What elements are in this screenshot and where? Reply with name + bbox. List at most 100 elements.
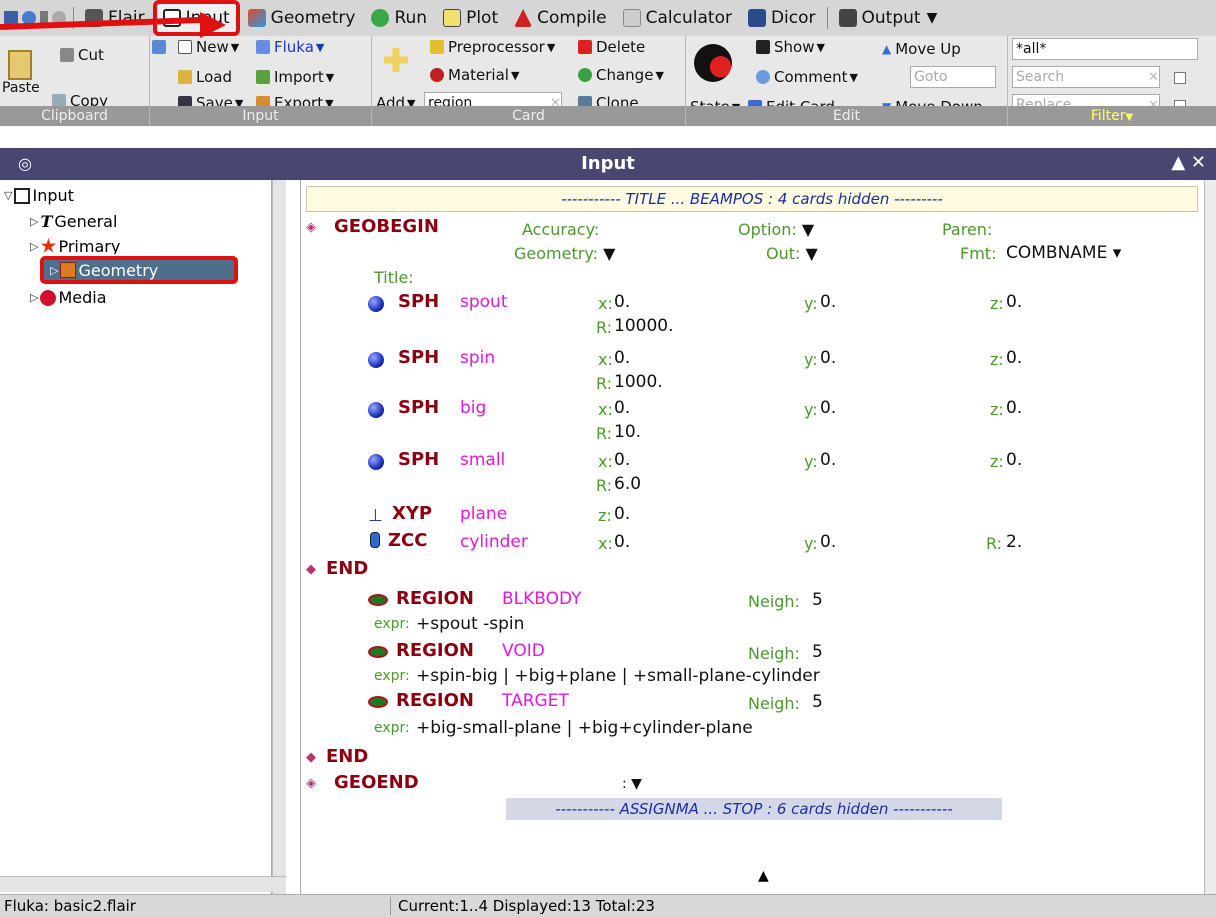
geometry-label[interactable]: Geometry: ▼ — [514, 244, 615, 263]
fluka-button[interactable]: Fluka ▼ — [256, 38, 324, 56]
y-label: y: — [804, 294, 818, 313]
expand-icon[interactable]: ▽ — [4, 189, 12, 202]
paste-icon — [8, 50, 32, 80]
state-icon — [694, 44, 732, 82]
tab-output[interactable]: Output ▼ — [831, 3, 946, 33]
tree-scrollbar[interactable] — [272, 180, 286, 894]
maximize-icon[interactable]: ▲ — [1171, 152, 1185, 173]
body-name: plane — [460, 504, 508, 524]
title-label: Title: — [374, 268, 414, 287]
card-keyword: ZCC — [388, 530, 428, 551]
option-label[interactable]: Option: ▼ — [738, 220, 814, 239]
status-file: Fluka: basic2.flair — [4, 897, 136, 915]
card-keyword[interactable]: GEOEND — [334, 772, 419, 793]
add-icon-button[interactable] — [384, 48, 408, 72]
card-keyword[interactable]: GEOBEGIN — [334, 216, 439, 237]
output-icon — [838, 9, 857, 27]
chevron-down-icon[interactable]: ▼ — [927, 10, 938, 26]
expand-icon[interactable]: ▷ — [50, 264, 58, 277]
tab-dicor[interactable]: Dicor — [740, 3, 824, 33]
filter-all-input[interactable]: *all* — [1012, 38, 1198, 60]
comment-button[interactable]: Comment ▼ — [756, 68, 858, 86]
run-icon — [371, 9, 390, 27]
geoend-icon: ◈ — [306, 776, 316, 791]
goto-input[interactable]: Goto — [910, 66, 996, 88]
z-value: 0. — [614, 504, 631, 524]
body-name: small — [460, 450, 506, 470]
z-label: z: — [990, 350, 1004, 369]
tree-item-input[interactable]: ▽ Input — [4, 186, 74, 205]
paste-button[interactable]: Paste — [2, 50, 40, 96]
search-input[interactable]: Search — [1012, 66, 1160, 88]
folder-icon — [178, 70, 192, 84]
change-button[interactable]: Change ▼ — [578, 66, 664, 84]
region-icon — [368, 594, 388, 606]
material-button[interactable]: Material ▼ — [430, 66, 519, 84]
fmt-text: COMBNAME — [1006, 243, 1108, 263]
y-value: 0. — [820, 398, 837, 418]
tree-item-label: Media — [58, 288, 107, 307]
y-label: y: — [804, 400, 818, 419]
primary-icon — [40, 238, 57, 253]
clear-icon[interactable]: ✕ — [1148, 70, 1159, 85]
tab-flair[interactable]: Flair — [77, 3, 153, 33]
new-file-icon — [178, 40, 192, 54]
show-button[interactable]: Show ▼ — [756, 38, 825, 56]
geoend-option[interactable]: : ▼ — [622, 776, 642, 792]
expand-icon[interactable]: ▷ — [30, 240, 38, 253]
window-title-bar: ◎ Input ▲ ✕ — [0, 148, 1216, 180]
move-up-button[interactable]: ▲ Move Up — [882, 40, 961, 58]
scroll-up-icon[interactable]: ▲ — [758, 868, 769, 884]
calculator-icon — [622, 9, 641, 27]
card-keyword[interactable]: END — [326, 746, 368, 767]
tree-item-primary[interactable]: ▷ Primary — [30, 238, 120, 254]
preprocessor-button[interactable]: Preprocessor ▼ — [430, 38, 555, 56]
card-keyword: REGION — [396, 690, 474, 711]
search-option-checkbox[interactable] — [1174, 72, 1186, 84]
cut-button[interactable]: Cut — [60, 46, 104, 64]
expand-icon[interactable]: ▷ — [30, 215, 38, 228]
z-label: z: — [990, 452, 1004, 471]
state-icon-button[interactable] — [694, 44, 732, 82]
tab-geometry[interactable]: Geometry — [240, 3, 364, 33]
tree-item-label: Input — [32, 186, 74, 205]
sphere-icon — [368, 454, 384, 470]
tab-run[interactable]: Run — [363, 3, 435, 33]
arrow-up-icon: ▲ — [882, 42, 892, 56]
window-controls: ▲ ✕ — [1171, 152, 1206, 173]
card-keyword[interactable]: END — [326, 558, 368, 579]
load-button[interactable]: Load — [178, 68, 232, 86]
tab-plot[interactable]: Plot — [435, 3, 506, 33]
region-icon — [368, 646, 388, 658]
comment-icon — [756, 70, 770, 84]
fmt-value[interactable]: COMBNAME ▾ — [1006, 243, 1121, 263]
import-button[interactable]: Import ▼ — [256, 68, 334, 86]
r-value: 10. — [614, 422, 642, 442]
tree-item-geometry[interactable]: ▷ Geometry — [40, 256, 238, 284]
tree-item-general[interactable]: ▷ T General — [30, 212, 117, 231]
r-value: 2. — [1006, 532, 1023, 552]
tab-calculator[interactable]: Calculator — [615, 3, 740, 33]
out-label[interactable]: Out: ▼ — [766, 244, 818, 263]
editor-scrollbar[interactable] — [1204, 180, 1216, 894]
tree-item-media[interactable]: ▷ Media — [30, 288, 107, 307]
input-editor[interactable] — [300, 180, 1208, 894]
geometry-text: Geometry: — [514, 244, 599, 263]
dicor-icon — [747, 9, 766, 27]
close-icon[interactable]: ✕ — [1191, 152, 1206, 173]
new-button[interactable]: New ▼ — [178, 38, 239, 56]
window-title: Input — [581, 153, 635, 174]
z-label: z: — [598, 506, 612, 525]
cut-label: Cut — [78, 46, 104, 64]
hidden-cards-bottom[interactable]: ----------- ASSIGNMA ... STOP : 6 cards … — [506, 798, 1002, 820]
hidden-cards-top[interactable]: ----------- TITLE ... BEAMPOS : 4 cards … — [306, 186, 1198, 212]
grid-icon — [152, 40, 166, 54]
expand-icon[interactable]: ▷ — [30, 291, 38, 304]
tab-compile[interactable]: Compile — [506, 3, 615, 33]
delete-icon — [578, 40, 592, 54]
r-label: R: — [596, 424, 613, 443]
layout-icon[interactable] — [152, 40, 170, 54]
plot-icon — [443, 9, 462, 27]
tree-horizontal-scrollbar[interactable] — [0, 876, 286, 892]
delete-button[interactable]: Delete — [578, 38, 645, 56]
